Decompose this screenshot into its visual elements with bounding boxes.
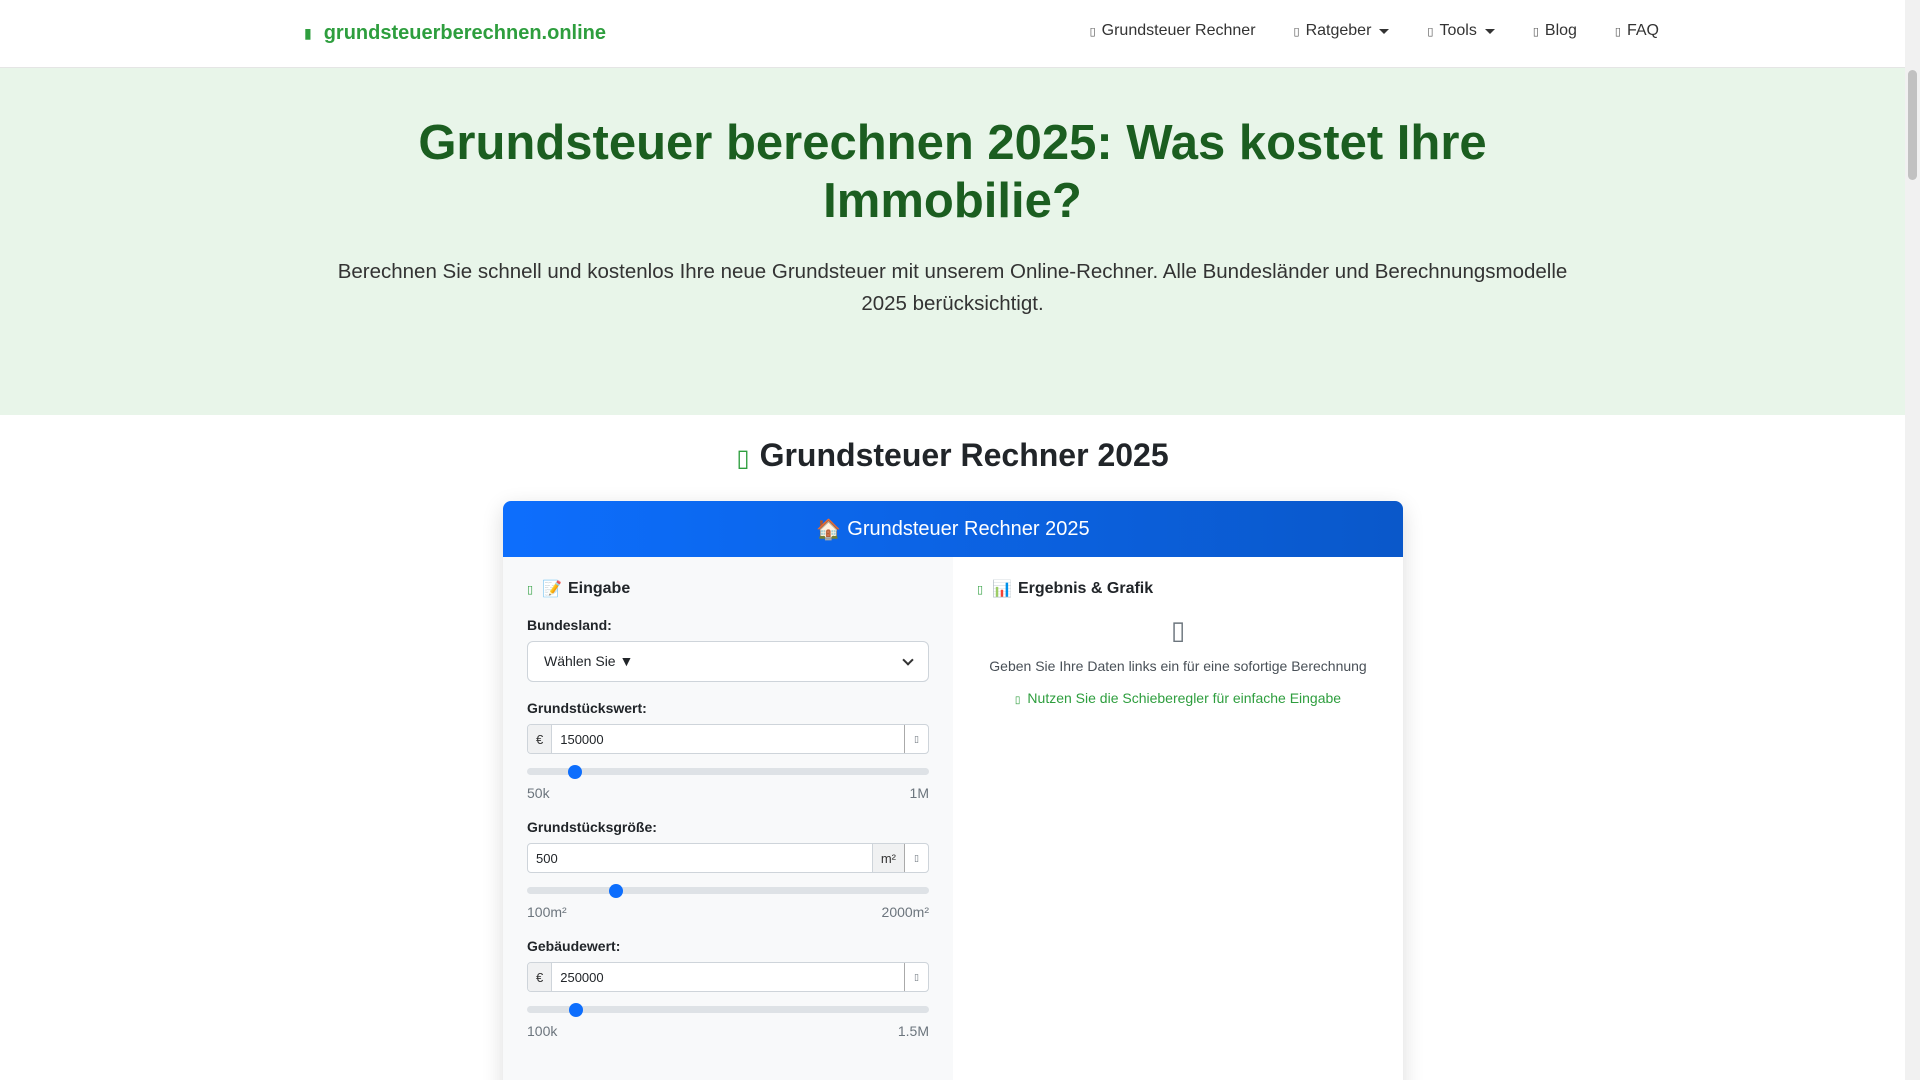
section-title-text: Grundsteuer Rechner 2025 <box>759 437 1169 473</box>
slider-track <box>527 887 929 894</box>
input-heading: ▯ 📝 Eingabe <box>527 579 929 599</box>
nav-item-label: Ratgeber <box>1305 22 1372 39</box>
slider-max-label: 2000m² <box>881 904 929 920</box>
slider-max-label: 1.5M <box>897 1023 929 1039</box>
slider-thumb[interactable] <box>608 884 623 898</box>
result-placeholder-text: Geben Sie Ihre Daten links ein für eine … <box>989 658 1367 674</box>
gebaeudewert-input[interactable]: 250000 <box>552 963 904 991</box>
nav-item-tools[interactable]: ▯ Tools <box>1427 22 1495 40</box>
card-body: ▯ 📝 Eingabe Bundesland: Wählen Sie ▼ Gru… <box>503 557 1403 1080</box>
slider-range-labels: 50k 1M <box>527 785 929 801</box>
brand-link[interactable]: ▮ grundsteuerberechnen.online <box>304 22 606 45</box>
hero-title: Grundsteuer berechnen 2025: Was kostet I… <box>418 116 1487 228</box>
slider-max-label: 1M <box>909 785 929 801</box>
card-header: 🏠 Grundsteuer Rechner 2025 <box>503 501 1403 557</box>
slider-thumb[interactable] <box>567 765 582 779</box>
result-heading: ▯ 📊 Ergebnis & Grafik <box>977 579 1379 599</box>
navbar: ▮ grundsteuerberechnen.online ▯ Grundste… <box>0 0 1905 68</box>
calculator-icon: ▯ <box>1089 25 1096 38</box>
caret-down-icon <box>1379 28 1390 34</box>
input-heading-text: Eingabe <box>567 580 631 597</box>
caret-down-icon <box>1484 28 1495 34</box>
slider-tip-text: Nutzen Sie die Schieberegler für einfach… <box>1027 690 1342 706</box>
slider-track <box>527 768 929 775</box>
slider-track <box>527 1006 929 1013</box>
field-label: Gebäudewert: <box>527 938 621 954</box>
grundstueckswert-input-group: € 150000 ▯ <box>527 724 929 754</box>
gebaeudewert-slider[interactable] <box>527 996 929 1022</box>
slider-range-labels: 100k 1.5M <box>527 1023 929 1039</box>
slider-min-label: 50k <box>527 785 550 801</box>
calculator-icon: ▮ <box>304 25 312 41</box>
tools-icon: ▯ <box>1427 25 1434 38</box>
nav-item-label: Tools <box>1439 22 1477 39</box>
brand-name: grundsteuerberechnen.online <box>323 22 606 44</box>
info-button[interactable]: ▯ <box>904 725 928 753</box>
grundstuecksgroesse-slider[interactable] <box>527 877 929 903</box>
main-nav: ▯ Grundsteuer Rechner ▯ Ratgeber ▯ Tools… <box>1090 22 1659 40</box>
pencil-icon: ▯ <box>527 583 534 596</box>
scrollbar-thumb[interactable] <box>1908 70 1917 180</box>
chart-icon: ▯ <box>977 583 984 596</box>
input-column: ▯ 📝 Eingabe Bundesland: Wählen Sie ▼ Gru… <box>503 557 953 1080</box>
slider-min-label: 100k <box>527 1023 558 1039</box>
unit-addon: m² <box>871 844 904 872</box>
slider-thumb[interactable] <box>568 1003 583 1017</box>
slider-min-label: 100m² <box>527 904 567 920</box>
bundesland-selected: Wählen Sie ▼ <box>544 653 634 669</box>
bundesland-label: Bundesland: <box>527 617 612 633</box>
euro-addon: € <box>528 725 553 753</box>
result-heading-text: Ergebnis & Grafik <box>1017 580 1154 597</box>
nav-item-rechner[interactable]: ▯ Grundsteuer Rechner <box>1090 22 1256 40</box>
euro-addon: € <box>528 963 553 991</box>
info-button[interactable]: ▯ <box>904 844 928 872</box>
question-icon: ▯ <box>1614 25 1621 38</box>
book-icon: ▯ <box>1293 25 1300 38</box>
slider-tip: ▯ Nutzen Sie die Schieberegler für einfac… <box>977 690 1379 706</box>
slider-range-labels: 100m² 2000m² <box>527 904 929 920</box>
nav-item-label: Grundsteuer Rechner <box>1101 22 1256 39</box>
nav-item-ratgeber[interactable]: ▯ Ratgeber <box>1294 22 1390 40</box>
section-title: ▯ Grundsteuer Rechner 2025 <box>0 437 1905 474</box>
house-icon: 🏠 <box>816 518 842 541</box>
bundesland-select[interactable]: Wählen Sie ▼ <box>527 641 929 682</box>
field-label: Grundstücksgröße: <box>527 819 657 835</box>
card-header-title: Grundsteuer Rechner 2025 <box>847 517 1090 540</box>
nav-item-label: FAQ <box>1626 22 1659 39</box>
calculator-card: 🏠 Grundsteuer Rechner 2025 ▯ 📝 Eingabe B… <box>503 501 1403 1080</box>
hero-section: Grundsteuer berechnen 2025: Was kostet I… <box>0 68 1905 415</box>
grundstuecksgroesse-input[interactable]: 500 <box>528 844 872 872</box>
calculator-icon: ▯ <box>736 445 750 472</box>
memo-icon: 📝 <box>542 581 562 598</box>
page-scrollbar[interactable] <box>1905 0 1920 1080</box>
calculator-icon: ▯ <box>1170 615 1186 645</box>
grundstueckswert-input[interactable]: 150000 <box>552 725 904 753</box>
nav-item-label: Blog <box>1544 22 1577 39</box>
chevron-down-icon <box>902 654 914 666</box>
grundstueckswert-slider[interactable] <box>527 758 929 784</box>
blog-icon: ▯ <box>1532 25 1539 38</box>
nav-item-blog[interactable]: ▯ Blog <box>1533 22 1577 40</box>
hero-subtitle: Berechnen Sie schnell und kostenlos Ihre… <box>337 260 1568 315</box>
field-label: Grundstückswert: <box>527 700 647 716</box>
lightbulb-icon: ▯ <box>1014 695 1021 706</box>
grundstuecksgroesse-input-group: 500 m² ▯ <box>527 843 929 873</box>
nav-item-faq[interactable]: ▯ FAQ <box>1615 22 1659 40</box>
info-button[interactable]: ▯ <box>904 963 928 991</box>
result-column: ▯ 📊 Ergebnis & Grafik ▯ Geben Sie Ihre D… <box>953 557 1403 1080</box>
bar-chart-icon: 📊 <box>992 581 1012 598</box>
gebaeudewert-input-group: € 250000 ▯ <box>527 962 929 992</box>
